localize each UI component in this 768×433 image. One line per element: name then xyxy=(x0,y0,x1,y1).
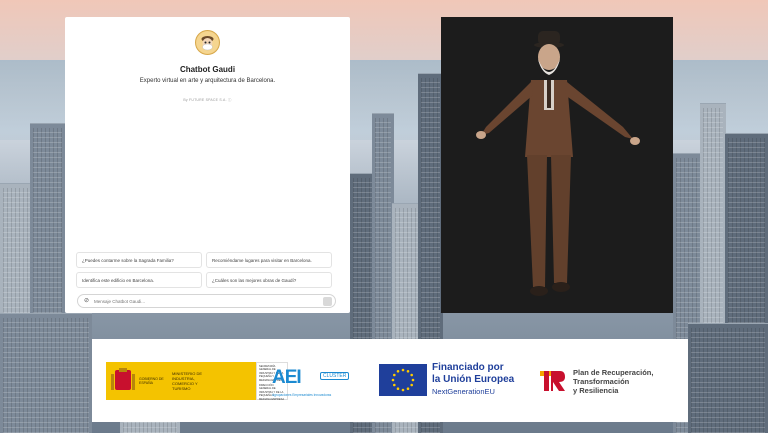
message-input[interactable] xyxy=(94,298,323,304)
coat-of-arms-icon xyxy=(111,368,135,390)
chatbot-title: Chatbot Gaudi xyxy=(179,65,236,74)
nextgen-label: NextGenerationEU xyxy=(432,387,495,396)
attach-icon[interactable]: ⊘ xyxy=(83,298,90,305)
funding-logos-banner: GOBIERNO DE ESPAÑA MINISTERIO DE INDUSTR… xyxy=(92,339,688,422)
suggestion-button[interactable]: Recomiéndame lugares para visitar en Bar… xyxy=(206,252,332,268)
recovery-line-3: y Resiliencia xyxy=(573,386,619,395)
send-button[interactable] xyxy=(323,296,332,306)
aei-cluster-label: CLUSTER xyxy=(320,372,350,380)
recovery-plan-label: Plan de Recuperación, Transformación y R… xyxy=(573,368,683,395)
gobierno-espana-logo: GOBIERNO DE ESPAÑA MINISTERIO DE INDUSTR… xyxy=(106,362,256,400)
eu-line-2: la Unión Europea xyxy=(432,374,515,385)
suggestion-button[interactable]: ¿Puedes contarme sobre la Sagrada Famili… xyxy=(76,252,202,268)
recovery-line-2: Transformación xyxy=(573,377,630,386)
recovery-line-1: Plan de Recuperación, xyxy=(573,368,654,377)
chatbot-description: Experto virtual en arte y arquitectura d… xyxy=(139,78,276,84)
aei-subtitle: Agrupaciones Empresariales Innovadoras xyxy=(272,393,332,397)
chatbot-byline: By FUTURE SPACE S.A. ⓘ xyxy=(183,98,232,102)
gobierno-label: GOBIERNO DE ESPAÑA xyxy=(139,376,164,386)
eu-flag-icon xyxy=(379,364,427,396)
suggestion-button[interactable]: Identifica este edificio en Barcelona. xyxy=(76,272,202,288)
gaudi-avatar xyxy=(195,30,220,55)
eu-line-1: Financiado por xyxy=(432,362,504,373)
gaudi-3d-model xyxy=(476,31,640,296)
chatbot-panel: Chatbot Gaudi Experto virtual en arte y … xyxy=(65,17,350,313)
recovery-plan-icon xyxy=(540,371,565,391)
suggestion-button[interactable]: ¿Cuáles son las mejores obras de Gaudí? xyxy=(206,272,332,288)
aei-mark: AEI xyxy=(272,367,302,388)
3d-avatar-viewport[interactable] xyxy=(441,17,673,313)
eu-funding-label: Financiado por la Unión Europea xyxy=(432,362,532,386)
message-bar: ⊘ xyxy=(77,294,336,308)
aei-cluster-logo: AEI CLUSTER Agrupaciones Empresariales I… xyxy=(272,367,352,399)
ministry-label: MINISTERIO DE INDUSTRIA, COMERCIO Y TURI… xyxy=(172,371,203,391)
